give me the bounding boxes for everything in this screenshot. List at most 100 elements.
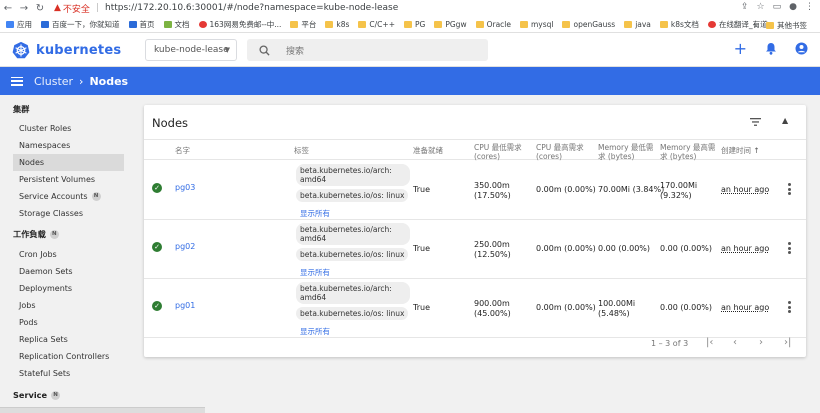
share-icon[interactable]: ⇪	[741, 2, 749, 12]
bookmark-icon	[163, 20, 172, 28]
account-icon[interactable]	[795, 42, 808, 55]
browser-actions: ⇪ ☆ ▭ ● ⋮	[741, 2, 814, 12]
sidebar-item-replica-sets[interactable]: Replica Sets	[13, 331, 124, 348]
namespace-select[interactable]: kube-node-lease ▼	[145, 39, 237, 61]
col-cpu-limits: CPU 最高需求 (cores)	[536, 143, 584, 161]
more-vert-icon[interactable]	[788, 301, 792, 313]
address-field[interactable]: ▲ 不安全 | https://172.20.10.6:30001/#/node…	[54, 2, 398, 15]
bookmark-item[interactable]: java	[624, 20, 651, 29]
memory-requests: 100.00Mi (5.48%)	[598, 299, 635, 318]
sidebar-item-pods[interactable]: Pods	[13, 314, 124, 331]
table-row[interactable]: ✓ pg03 beta.kubernetes.io/arch: amd64 beta.…	[144, 161, 806, 220]
sidebar-item-label: Cron Jobs	[19, 250, 57, 259]
last-page-icon[interactable]: ›|	[784, 337, 791, 348]
browser-status-bar	[0, 407, 205, 413]
col-created[interactable]: 创建时间 ↑	[721, 146, 760, 155]
logo[interactable]: kubernetes	[12, 41, 121, 59]
created-time: an hour ago	[721, 303, 770, 312]
sidebar-item-stateful-sets[interactable]: Stateful Sets	[13, 365, 124, 382]
show-all-labels-link[interactable]: 显示所有	[300, 208, 330, 219]
reload-icon[interactable]: ↻	[32, 3, 48, 14]
sidebar-item-namespaces[interactable]: Namespaces	[13, 137, 124, 154]
new-badge: N	[49, 229, 59, 239]
sidebar-item-service-accounts[interactable]: Service Accounts N	[13, 188, 124, 205]
bell-icon[interactable]	[765, 42, 777, 55]
bookmark-item[interactable]: 应用	[6, 19, 32, 30]
cpu-requests-percent: (17.50%)	[474, 190, 511, 200]
url-bar: ← → ↻ ▲ 不安全 | https://172.20.10.6:30001/…	[0, 0, 820, 16]
new-badge: N	[91, 192, 101, 201]
sidebar-item-nodes[interactable]: Nodes	[13, 154, 124, 171]
bookmark-item[interactable]: PGgw	[434, 20, 467, 29]
cpu-limits: 0.00m (0.00%)	[536, 244, 596, 253]
extension-icon[interactable]: ▭	[773, 2, 782, 12]
bookmark-item[interactable]: mysql	[519, 20, 553, 29]
col-name[interactable]: 名字	[175, 146, 190, 155]
check-circle-icon: ✓	[152, 301, 162, 311]
star-icon[interactable]: ☆	[757, 2, 765, 12]
bookmark-item[interactable]: PG	[404, 20, 425, 29]
node-name-link[interactable]: pg01	[175, 301, 195, 310]
bookmark-label: 文档	[174, 19, 190, 29]
label-chip: beta.kubernetes.io/arch: amd64	[296, 282, 410, 304]
bookmark-item[interactable]: Oracle	[475, 20, 511, 29]
namespace-value: kube-node-lease	[154, 45, 229, 55]
bookmark-item[interactable]: C/C++	[358, 20, 395, 29]
sidebar-item-replication-controllers[interactable]: Replication Controllers	[13, 348, 124, 365]
bookmark-icon	[41, 20, 49, 28]
bookmark-item[interactable]: 文档	[163, 19, 190, 30]
memory-limits: 0.00 (0.00%)	[660, 303, 713, 312]
more-vert-icon[interactable]	[788, 183, 792, 195]
sidebar: 集群 Cluster Roles Namespaces Nodes Persistent…	[0, 95, 132, 413]
bookmark-label: 百度一下，你就知道	[52, 19, 120, 29]
col-created-label: 创建时间	[721, 146, 751, 155]
chevron-up-icon[interactable]: ▲	[782, 116, 788, 125]
more-vert-icon[interactable]	[788, 242, 792, 254]
forward-icon[interactable]: →	[16, 3, 32, 14]
url-text: https://172.20.10.6:30001/#/node?namespa…	[104, 3, 399, 13]
browser-chrome: ← → ↻ ▲ 不安全 | https://172.20.10.6:30001/…	[0, 0, 820, 33]
bookmark-item[interactable]: 163网易免费邮--中...	[198, 19, 281, 30]
node-name-link[interactable]: pg03	[175, 183, 195, 192]
memory-requests: 70.00Mi (3.84%)	[598, 185, 665, 194]
new-badge: N	[51, 390, 61, 400]
prev-page-icon[interactable]: ‹	[733, 337, 737, 348]
other-bookmarks[interactable]: » 其他书签	[753, 20, 807, 31]
node-name-link[interactable]: pg02	[175, 242, 195, 251]
bookmark-item[interactable]: k8s	[325, 20, 349, 29]
sidebar-item-persistent-volumes[interactable]: Persistent Volumes	[13, 171, 124, 188]
profile-icon[interactable]: ●	[789, 2, 797, 12]
warning-icon[interactable]: ▲	[54, 3, 61, 13]
search-input[interactable]: 搜索	[247, 39, 488, 61]
back-icon[interactable]: ←	[0, 3, 16, 14]
bookmark-item[interactable]: k8s文档	[659, 19, 699, 30]
menu-icon[interactable]	[11, 76, 23, 86]
add-icon[interactable]: +	[734, 41, 747, 57]
search-placeholder: 搜索	[286, 46, 305, 57]
sidebar-item-cluster-roles[interactable]: Cluster Roles	[13, 120, 124, 137]
sidebar-item-jobs[interactable]: Jobs	[13, 297, 124, 314]
next-page-icon[interactable]: ›	[759, 337, 763, 348]
show-all-labels-link[interactable]: 显示所有	[300, 267, 330, 278]
breadcrumb-cluster[interactable]: Cluster	[34, 75, 73, 88]
bookmark-item[interactable]: 百度一下，你就知道	[41, 19, 120, 30]
paginator: 1 – 3 of 3 |‹ ‹ › ›|	[144, 334, 806, 354]
bookmark-item[interactable]: openGauss	[562, 20, 615, 29]
label-chip: beta.kubernetes.io/arch: amd64	[296, 223, 410, 245]
sidebar-item-cron-jobs[interactable]: Cron Jobs	[13, 246, 124, 263]
bookmark-label: C/C++	[369, 19, 395, 29]
filter-icon[interactable]	[750, 118, 761, 126]
breadcrumb-toolbar: Cluster › Nodes	[0, 67, 820, 95]
more-icon[interactable]: ⋮	[805, 2, 814, 12]
bookmark-item[interactable]: 平台	[290, 19, 316, 30]
sidebar-item-label: Deployments	[19, 284, 73, 293]
bookmark-item[interactable]: 首页	[128, 19, 155, 30]
sidebar-item-daemon-sets[interactable]: Daemon Sets	[13, 263, 124, 280]
sidebar-item-storage-classes[interactable]: Storage Classes	[13, 205, 124, 222]
sidebar-item-deployments[interactable]: Deployments	[13, 280, 124, 297]
sidebar-item-label: Jobs	[19, 301, 36, 310]
bookmark-label: PG	[415, 19, 426, 29]
first-page-icon[interactable]: |‹	[706, 337, 713, 348]
table-row[interactable]: ✓ pg01 beta.kubernetes.io/arch: amd64 beta.…	[144, 279, 806, 338]
table-row[interactable]: ✓ pg02 beta.kubernetes.io/arch: amd64 beta.…	[144, 220, 806, 279]
